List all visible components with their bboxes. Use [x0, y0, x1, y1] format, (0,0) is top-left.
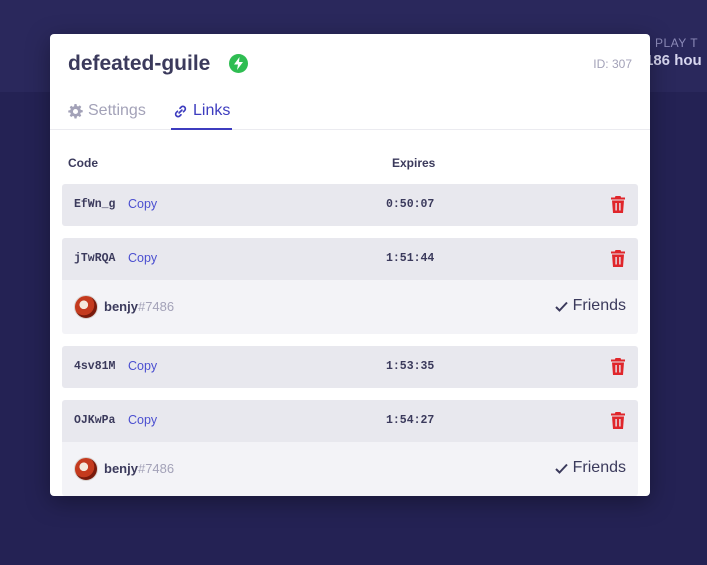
- invite-code: jTwRQA: [74, 252, 116, 265]
- copy-button[interactable]: Copy: [128, 413, 157, 427]
- user-discriminator: #7486: [137, 461, 175, 476]
- checkmark-icon: [554, 301, 568, 312]
- trash-icon[interactable]: [610, 196, 626, 213]
- invite-code: 4sv81M: [74, 360, 116, 373]
- tab-settings[interactable]: Settings: [68, 102, 146, 130]
- background-stat-label: PLAY T: [655, 36, 699, 50]
- friend-status-label: Friends: [572, 297, 626, 314]
- copy-button[interactable]: Copy: [128, 197, 157, 211]
- invite-code: OJKwPa: [74, 414, 116, 427]
- avatar: [74, 457, 98, 481]
- username: benjy#7486: [104, 461, 175, 476]
- expires-time: 0:50:07: [386, 198, 435, 211]
- invite-link-row: jTwRQA Copy 1:51:44: [62, 238, 638, 280]
- invite-link-card: EfWn_g Copy 0:50:07: [62, 184, 638, 226]
- link-user-row: benjy#7486 Friends: [62, 280, 638, 334]
- username: benjy#7486: [104, 299, 175, 314]
- checkmark-icon: [554, 463, 568, 474]
- server-modal: defeated-guile ID: 307 Settings Links Co…: [50, 34, 650, 496]
- lightning-bolt-icon: [229, 54, 248, 73]
- tab-links-label: Links: [193, 102, 231, 119]
- invite-link-card: 4sv81M Copy 1:53:35: [62, 346, 638, 388]
- column-header-code: Code: [68, 156, 98, 170]
- gear-icon: [68, 104, 83, 119]
- invite-link-row: EfWn_g Copy 0:50:07: [62, 184, 638, 226]
- invite-link-card: jTwRQA Copy 1:51:44 benjy#7486 Friends: [62, 238, 638, 334]
- link-icon: [174, 105, 187, 118]
- invite-links-list: EfWn_g Copy 0:50:07 jTwRQA Copy 1:51:44 …: [62, 184, 638, 496]
- trash-icon[interactable]: [610, 412, 626, 429]
- modal-header: defeated-guile ID: 307 Settings Links: [50, 34, 650, 130]
- avatar: [74, 295, 98, 319]
- tab-links[interactable]: Links: [171, 102, 233, 130]
- copy-button[interactable]: Copy: [128, 359, 157, 373]
- friend-status-label: Friends: [572, 459, 626, 476]
- invite-code: EfWn_g: [74, 198, 116, 211]
- background-stat-value: 186 hou: [645, 52, 702, 69]
- link-user-row: benjy#7486 Friends: [62, 442, 638, 496]
- user-discriminator: #7486: [137, 299, 175, 314]
- expires-time: 1:53:35: [386, 360, 435, 373]
- friend-status: Friends: [554, 459, 626, 477]
- expires-time: 1:51:44: [386, 252, 435, 265]
- copy-button[interactable]: Copy: [128, 251, 157, 265]
- column-header-expires: Expires: [392, 156, 436, 170]
- expires-time: 1:54:27: [386, 414, 435, 427]
- tab-settings-label: Settings: [88, 102, 146, 119]
- server-name: defeated-guile: [68, 52, 211, 75]
- friend-status: Friends: [554, 297, 626, 315]
- server-id: ID: 307: [593, 57, 632, 71]
- invite-link-row: 4sv81M Copy 1:53:35: [62, 346, 638, 388]
- invite-link-row: OJKwPa Copy 1:54:27: [62, 400, 638, 442]
- trash-icon[interactable]: [610, 358, 626, 375]
- invite-link-card: OJKwPa Copy 1:54:27 benjy#7486 Friends: [62, 400, 638, 496]
- trash-icon[interactable]: [610, 250, 626, 267]
